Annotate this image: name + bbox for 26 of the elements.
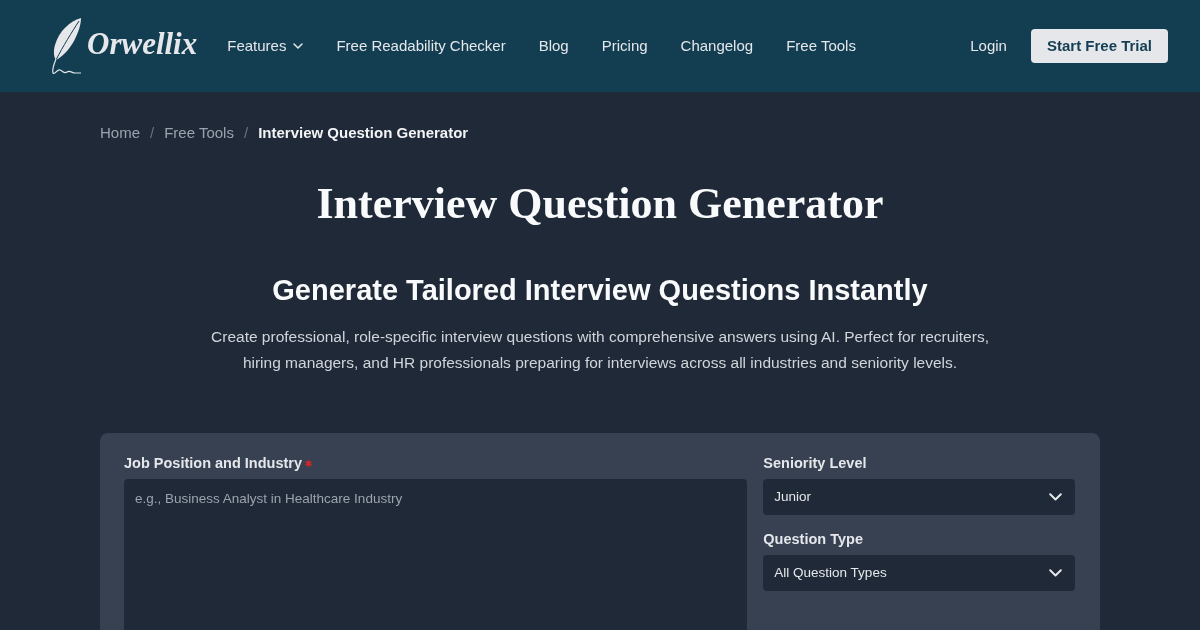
page-subtitle: Generate Tailored Interview Questions Instantly [271,273,929,307]
start-trial-button[interactable]: Start Free Trial [1030,29,1168,63]
breadcrumb-link[interactable]: Free Tools [164,122,234,144]
nav-link[interactable]: Blog [538,34,569,58]
nav-link[interactable]: Free Readability Checker [336,34,506,58]
nav-link[interactable]: Free Tools [786,34,856,58]
dropdown-select[interactable]: All Question Types [763,555,1075,591]
nav-link[interactable]: Features [227,34,304,58]
dropdown-select[interactable]: Junior [763,479,1075,515]
breadcrumb-link[interactable]: Home [100,122,140,144]
feather-icon [50,17,83,75]
chevron-down-icon [1049,493,1062,501]
page-description: Create professional, role-specific interview questions with comprehensive answers using AI. Perfect for recruiters, hiring managers, and HR professionals preparing for interviews across all industries and seniority levels. [210,327,990,373]
nav-link[interactable]: Changelog [680,34,754,58]
breadcrumb-separator: / [243,123,249,143]
login-link[interactable]: Login [970,34,1007,58]
nav-link[interactable]: Pricing [601,34,648,58]
job-position-field[interactable]: e.g., Business Analyst in Healthcare Industry [124,479,748,630]
breadcrumb-current: Interview Question Generator [258,123,469,143]
brand-name[interactable]: Orwellix [87,28,198,75]
page-title: Interview Question Generator [315,178,885,230]
field-label: Question Type [763,530,863,549]
breadcrumb-separator: / [150,123,155,143]
chevron-down-icon [1049,569,1062,577]
field-label: Job Position and Industry [124,454,303,473]
field-label: Seniority Level [763,454,867,473]
